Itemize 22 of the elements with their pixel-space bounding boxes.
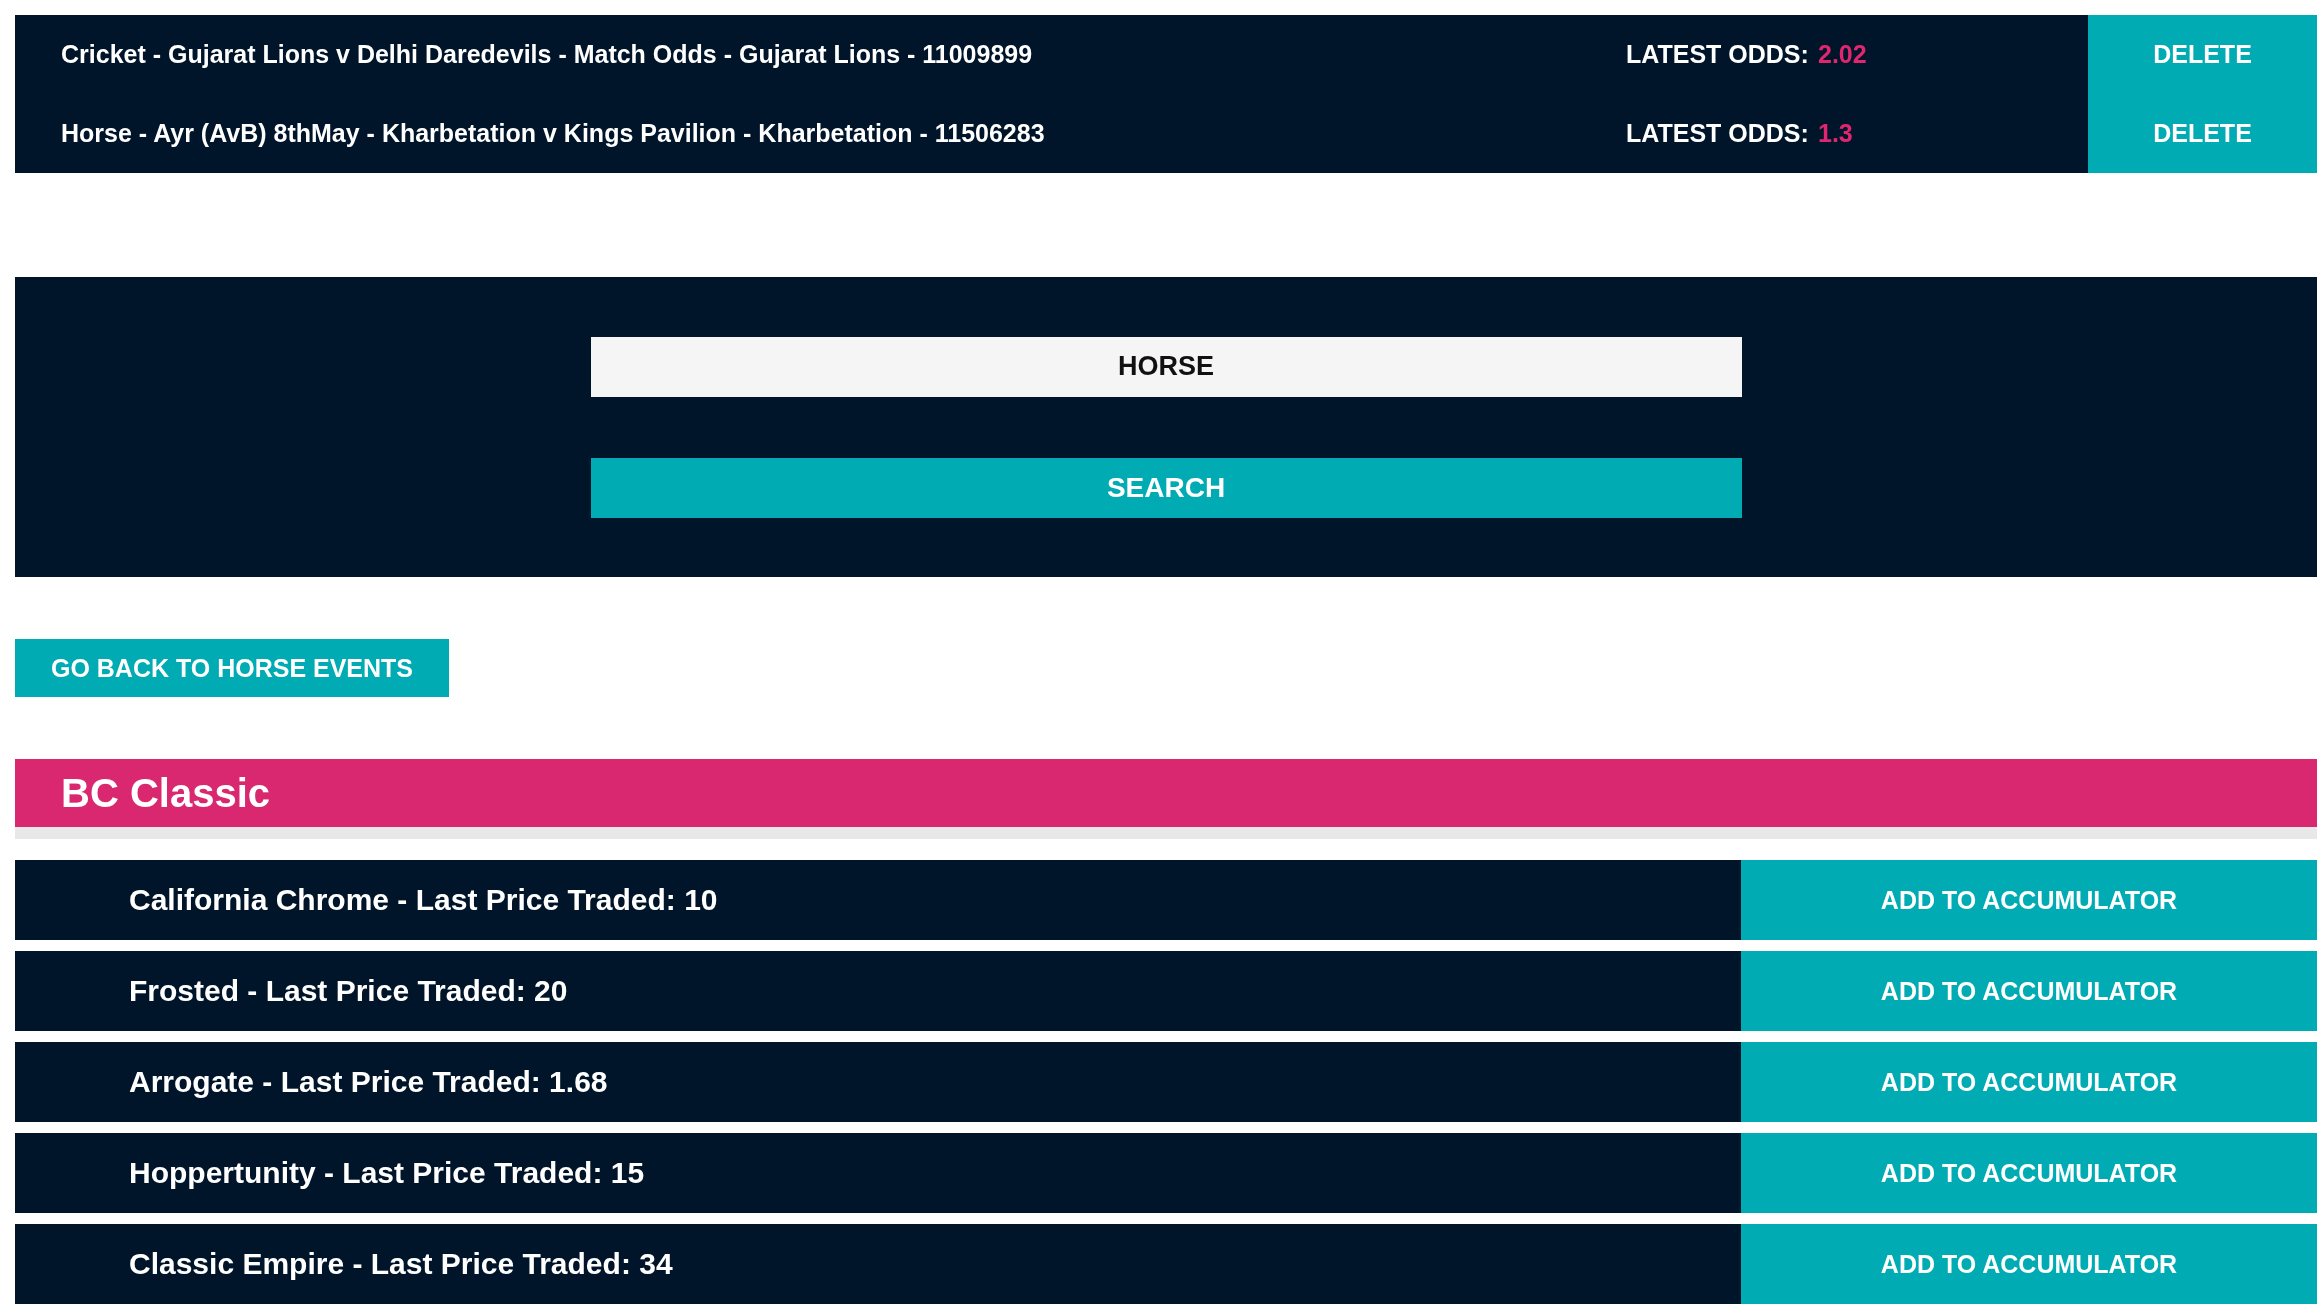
add-to-accumulator-button[interactable]: ADD TO ACCUMULATOR xyxy=(1741,1042,2317,1122)
bet-description: Horse - Ayr (AvB) 8thMay - Kharbetation v Kings Pavilion - Kharbetation - 11506283 xyxy=(60,119,1046,148)
odds-label: LATEST ODDS: xyxy=(1626,119,1810,148)
bet-description: Cricket - Gujarat Lions v Delhi Daredevils - Match Odds - Gujarat Lions - 11009899 xyxy=(60,40,1034,69)
odds-label: LATEST ODDS: xyxy=(1626,40,1810,69)
add-to-accumulator-button[interactable]: ADD TO ACCUMULATOR xyxy=(1741,860,2317,940)
runner-label: California Chrome - Last Price Traded: 10 xyxy=(128,883,719,917)
add-to-accumulator-button[interactable]: ADD TO ACCUMULATOR xyxy=(1741,1224,2317,1304)
delete-button[interactable]: DELETE xyxy=(2088,94,2317,173)
runner-label: Classic Empire - Last Price Traded: 34 xyxy=(128,1247,674,1281)
search-button[interactable]: SEARCH xyxy=(590,457,1742,518)
odds-value: 1.3 xyxy=(1818,119,1854,148)
odds-value: 2.02 xyxy=(1818,40,1868,69)
runner-label: Frosted - Last Price Traded: 20 xyxy=(128,974,569,1008)
delete-button[interactable]: DELETE xyxy=(2088,15,2317,94)
event-header: BC Classic xyxy=(15,759,2317,827)
runner-label: Arrogate - Last Price Traded: 1.68 xyxy=(128,1065,609,1099)
back-button[interactable]: GO BACK TO HORSE EVENTS xyxy=(15,639,449,697)
add-to-accumulator-button[interactable]: ADD TO ACCUMULATOR xyxy=(1741,1133,2317,1213)
add-to-accumulator-button[interactable]: ADD TO ACCUMULATOR xyxy=(1741,951,2317,1031)
search-field[interactable]: HORSE xyxy=(590,336,1742,397)
runner-label: Hoppertunity - Last Price Traded: 15 xyxy=(128,1156,646,1190)
